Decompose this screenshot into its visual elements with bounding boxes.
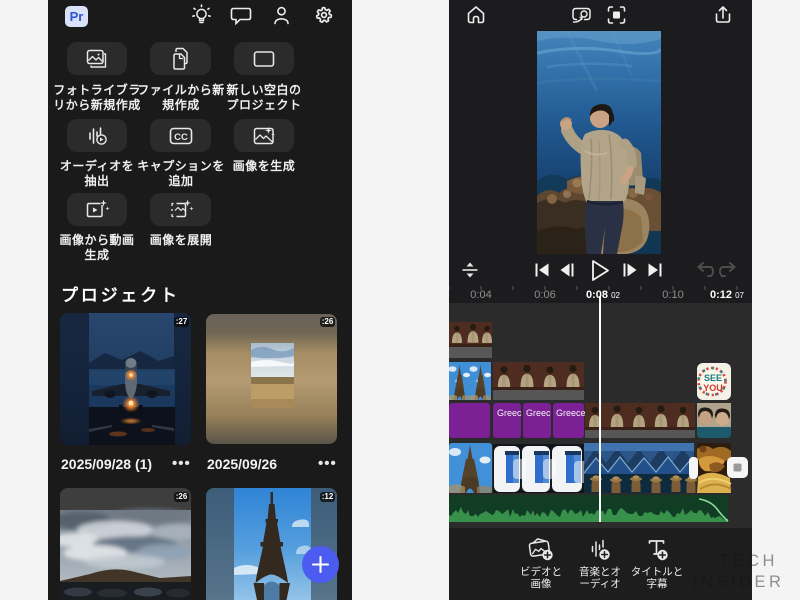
- svg-text:YOU: YOU: [703, 383, 723, 393]
- svg-text:Greece: Greece: [556, 408, 586, 418]
- svg-text:Greec: Greec: [497, 408, 522, 418]
- svg-text:SEE: SEE: [704, 373, 722, 383]
- svg-text:Greec: Greec: [526, 408, 551, 418]
- svg-text:CC: CC: [174, 131, 188, 142]
